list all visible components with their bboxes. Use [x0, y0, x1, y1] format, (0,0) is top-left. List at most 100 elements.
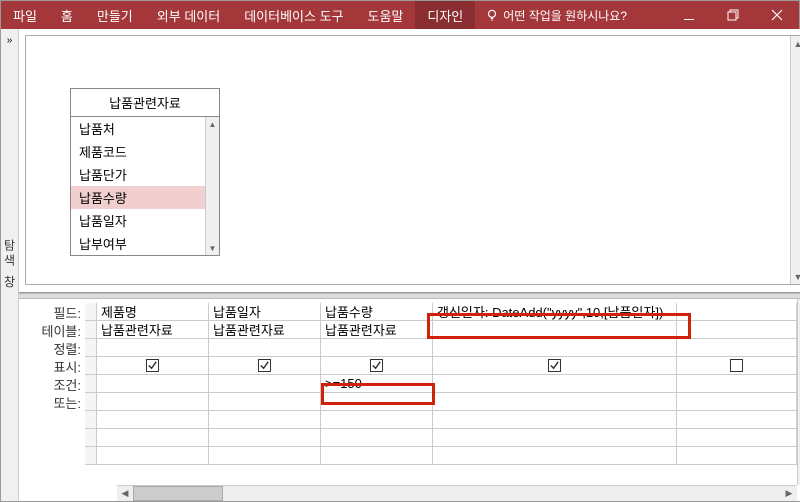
query-design-grid: 필드: 테이블: 정렬: 표시: 조건: 또는: 제품명 납품일자 납품수량 갱… — [19, 299, 800, 501]
grid-cell-table[interactable]: 납품관련자료 — [209, 321, 321, 339]
grid-cell-blank[interactable] — [433, 429, 677, 447]
scroll-up-icon[interactable]: ▲ — [206, 117, 219, 131]
grid-cell-blank[interactable] — [677, 447, 797, 465]
grid-cell-criteria[interactable]: >=150 — [321, 375, 433, 393]
grid-cell-criteria[interactable] — [433, 375, 677, 393]
grid-cell-field[interactable]: 납품일자 — [209, 303, 321, 321]
grid-cell-table[interactable]: 납품관련자료 — [321, 321, 433, 339]
scroll-down-icon[interactable]: ▼ — [206, 241, 219, 255]
grid-hscroll[interactable]: ◀ ▶ — [117, 485, 797, 501]
grid-cell-show[interactable] — [97, 357, 209, 375]
row-selector[interactable] — [85, 303, 97, 321]
grid-row-labels: 필드: 테이블: 정렬: 표시: 조건: 또는: — [19, 299, 85, 501]
field-item-selected[interactable]: 납품수량 — [71, 186, 219, 209]
field-item[interactable]: 납품처 — [71, 117, 219, 140]
row-selector[interactable] — [85, 393, 97, 411]
checkbox-unchecked-icon[interactable] — [730, 359, 743, 372]
grid-cell-blank[interactable] — [97, 411, 209, 429]
menu-create[interactable]: 만들기 — [85, 1, 145, 29]
window-controls — [667, 1, 799, 29]
menu-design[interactable]: 디자인 — [415, 1, 475, 29]
row-selector[interactable] — [85, 429, 97, 447]
checkbox-checked-icon[interactable] — [370, 359, 383, 372]
scroll-left-icon[interactable]: ◀ — [117, 486, 133, 501]
grid-cell-show[interactable] — [433, 357, 677, 375]
grid-cell-blank[interactable] — [321, 429, 433, 447]
grid-cell-table[interactable] — [433, 321, 677, 339]
checkbox-checked-icon[interactable] — [258, 359, 271, 372]
grid-cell-sort[interactable] — [433, 339, 677, 357]
grid-cell-field[interactable]: 제품명 — [97, 303, 209, 321]
menu-db-tools[interactable]: 데이터베이스 도구 — [232, 1, 355, 29]
row-selector[interactable] — [85, 339, 97, 357]
close-button[interactable] — [755, 1, 799, 29]
grid-cell-blank[interactable] — [209, 429, 321, 447]
row-label-sort: 정렬: — [19, 339, 85, 357]
menu-external-data[interactable]: 외부 데이터 — [145, 1, 232, 29]
grid-cell-table[interactable]: 납품관련자료 — [97, 321, 209, 339]
row-selector[interactable] — [85, 357, 97, 375]
scroll-thumb[interactable] — [133, 486, 223, 501]
restore-button[interactable] — [711, 1, 755, 29]
minimize-button[interactable] — [667, 1, 711, 29]
row-selector[interactable] — [85, 447, 97, 465]
menu-file[interactable]: 파일 — [1, 1, 49, 29]
grid-cell-blank[interactable] — [209, 447, 321, 465]
grid-cell-or[interactable] — [433, 393, 677, 411]
grid-cell-blank[interactable] — [677, 411, 797, 429]
grid-cell-blank[interactable] — [97, 447, 209, 465]
grid-cell-criteria[interactable] — [677, 375, 797, 393]
scroll-down-icon[interactable]: ▼ — [791, 269, 800, 284]
checkbox-checked-icon[interactable] — [146, 359, 159, 372]
field-item[interactable]: 납품단가 — [71, 163, 219, 186]
grid-cell-blank[interactable] — [321, 447, 433, 465]
grid-cell-field[interactable] — [677, 303, 797, 321]
table-field-list[interactable]: 납품관련자료 납품처 제품코드 납품단가 납품수량 납품일자 납부여부 ▲ ▼ — [70, 88, 220, 256]
row-selector[interactable] — [85, 321, 97, 339]
grid-cell-or[interactable] — [209, 393, 321, 411]
grid-cell-table[interactable] — [677, 321, 797, 339]
grid-cell-sort[interactable] — [677, 339, 797, 357]
grid-cell-sort[interactable] — [209, 339, 321, 357]
query-design-upper-pane[interactable]: 납품관련자료 납품처 제품코드 납품단가 납품수량 납품일자 납부여부 ▲ ▼ — [19, 29, 800, 293]
grid-cell-blank[interactable] — [209, 411, 321, 429]
menu-home[interactable]: 홈 — [49, 1, 85, 29]
row-label-criteria: 조건: — [19, 375, 85, 393]
grid-cell-blank[interactable] — [433, 447, 677, 465]
grid-cell-blank[interactable] — [677, 429, 797, 447]
grid-cell-sort[interactable] — [321, 339, 433, 357]
navigation-pane-collapsed[interactable]: » 탐색 창 — [1, 29, 19, 501]
checkbox-checked-icon[interactable] — [548, 359, 561, 372]
grid-cell-or[interactable] — [677, 393, 797, 411]
grid-cell-or[interactable] — [321, 393, 433, 411]
field-item[interactable]: 납품일자 — [71, 209, 219, 232]
grid-cell-show[interactable] — [677, 357, 797, 375]
row-selector[interactable] — [85, 375, 97, 393]
row-selector[interactable] — [85, 411, 97, 429]
grid-cell-field[interactable]: 납품수량 — [321, 303, 433, 321]
grid-cell-criteria[interactable] — [97, 375, 209, 393]
table-title: 납품관련자료 — [71, 89, 219, 117]
scroll-right-icon[interactable]: ▶ — [781, 486, 797, 501]
menu-help[interactable]: 도움말 — [356, 1, 416, 29]
grid-cell-blank[interactable] — [433, 411, 677, 429]
grid-cell-show[interactable] — [209, 357, 321, 375]
row-label-table: 테이블: — [19, 321, 85, 339]
grid-cell-blank[interactable] — [97, 429, 209, 447]
grid-cell-sort[interactable] — [97, 339, 209, 357]
grid-cell-field[interactable]: 갱신일자: DateAdd("yyyy",10,[납품일자]) — [433, 303, 677, 321]
scroll-up-icon[interactable]: ▲ — [791, 36, 800, 51]
upper-pane-vscroll[interactable]: ▲ ▼ — [790, 36, 800, 284]
ribbon-menubar: 파일 홈 만들기 외부 데이터 데이터베이스 도구 도움말 디자인 어떤 작업을… — [1, 1, 799, 29]
row-label-or: 또는: — [19, 393, 85, 411]
field-item[interactable]: 납부여부 — [71, 232, 219, 255]
grid-cell-criteria[interactable] — [209, 375, 321, 393]
grid-cell-show[interactable] — [321, 357, 433, 375]
expand-pane-icon[interactable]: » — [7, 35, 13, 46]
grid-cell-or[interactable] — [97, 393, 209, 411]
table-scrollbar[interactable]: ▲ ▼ — [205, 117, 219, 255]
field-item[interactable]: 제품코드 — [71, 140, 219, 163]
tell-me-search[interactable]: 어떤 작업을 원하시나요? — [475, 7, 637, 24]
grid-cell-blank[interactable] — [321, 411, 433, 429]
row-label-field: 필드: — [19, 303, 85, 321]
